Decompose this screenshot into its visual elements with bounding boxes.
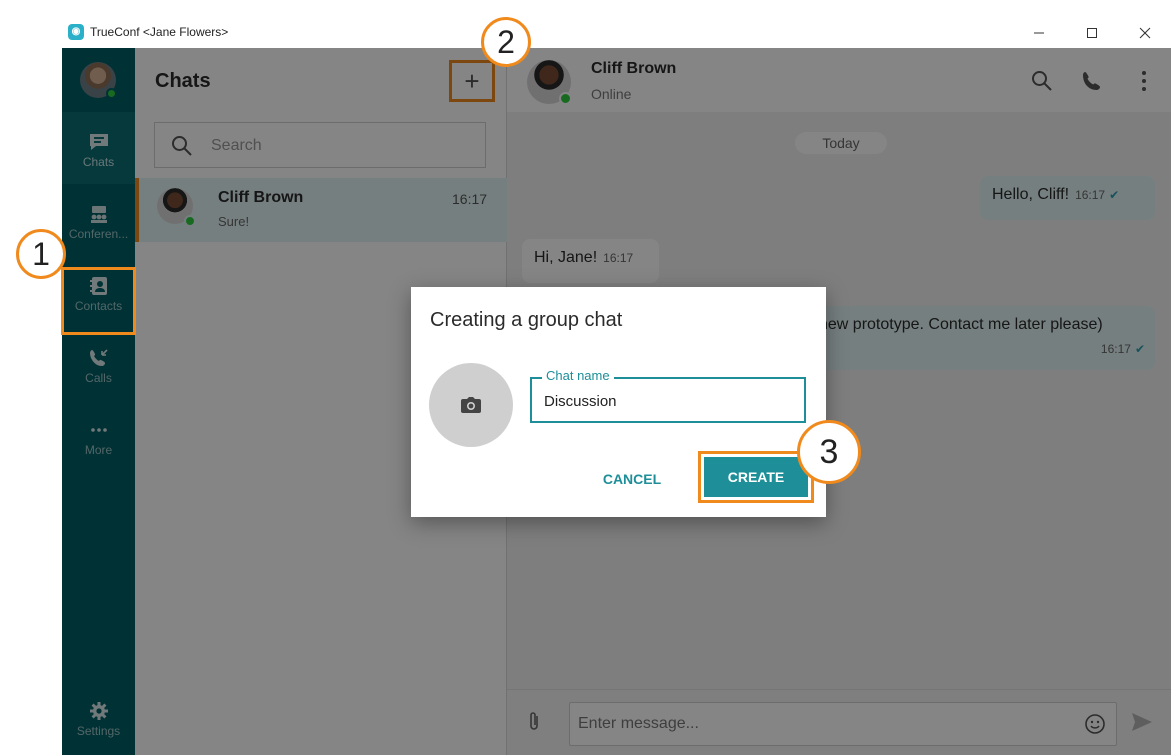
maximize-button[interactable] [1079, 22, 1105, 44]
step-marker-3: 3 [797, 420, 861, 484]
chat-name-input[interactable] [544, 390, 794, 412]
app-window: ◉ TrueConf <Jane Flowers> Chats Conferen… [0, 0, 1171, 755]
step-marker-1: 1 [16, 229, 66, 279]
close-icon [1139, 27, 1151, 39]
camera-icon [461, 397, 481, 413]
trueconf-logo-icon: ◉ [68, 24, 84, 40]
chat-name-field[interactable]: Chat name [530, 368, 806, 423]
dialog-title: Creating a group chat [430, 309, 623, 331]
create-button[interactable]: CREATE [704, 457, 808, 497]
highlight-contacts [61, 267, 136, 335]
maximize-icon [1087, 28, 1097, 38]
chat-name-label: Chat name [542, 368, 614, 383]
close-button[interactable] [1132, 22, 1158, 44]
highlight-create: CREATE [698, 451, 814, 503]
minimize-button[interactable] [1026, 22, 1052, 44]
minimize-icon [1034, 32, 1044, 34]
cancel-button[interactable]: CANCEL [591, 465, 673, 493]
chat-photo-button[interactable] [429, 363, 513, 447]
title-bar: ◉ TrueConf <Jane Flowers> [62, 18, 1171, 48]
window-title: TrueConf <Jane Flowers> [90, 25, 229, 39]
create-group-chat-dialog: Creating a group chat Chat name CANCEL C… [411, 287, 826, 517]
step-marker-2: 2 [481, 17, 531, 67]
